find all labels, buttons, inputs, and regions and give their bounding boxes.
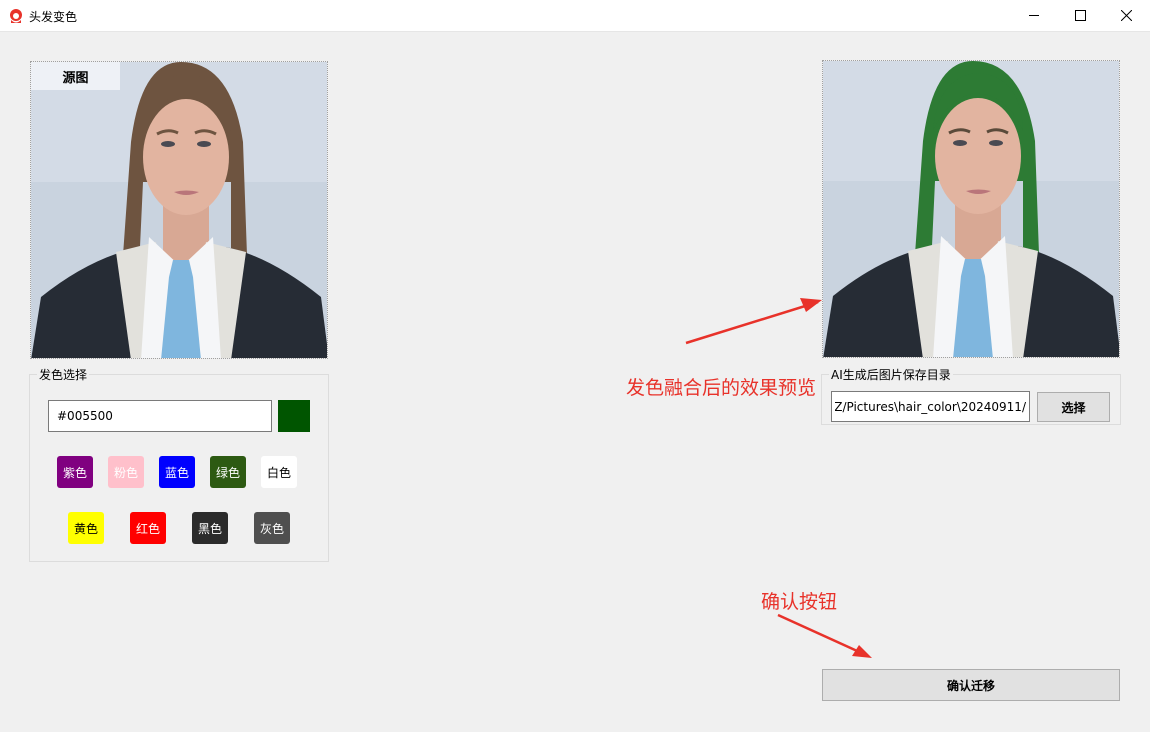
title-bar: 头发变色: [0, 0, 1150, 32]
preset-color-button[interactable]: 黄色: [68, 512, 104, 544]
preset-color-button[interactable]: 黑色: [192, 512, 228, 544]
preview-arrowhead-icon: [800, 298, 822, 312]
hair-icon: [10, 9, 22, 23]
preset-color-button[interactable]: 灰色: [254, 512, 290, 544]
save-dir-group-title: AI生成后图片保存目录: [829, 366, 953, 383]
window-title: 头发变色: [29, 10, 78, 24]
maximize-icon: [1074, 10, 1086, 21]
select-dir-button[interactable]: 选择: [1037, 392, 1110, 422]
save-path-input[interactable]: [831, 391, 1030, 422]
result-portrait-image: [823, 61, 1119, 357]
preset-color-button[interactable]: 红色: [130, 512, 166, 544]
preview-arrow-icon: [685, 300, 819, 345]
source-image-label: 源图: [31, 62, 120, 90]
maximize-button[interactable]: [1057, 0, 1103, 31]
minimize-button[interactable]: [1011, 0, 1057, 31]
preset-color-button[interactable]: 绿色: [210, 456, 246, 488]
confirm-arrow-icon: [777, 613, 867, 657]
hair-color-group-title: 发色选择: [37, 366, 90, 383]
result-image-panel[interactable]: [822, 60, 1120, 358]
minimize-icon: [1029, 15, 1039, 16]
preview-annotation: 发色融合后的效果预览: [626, 377, 817, 399]
color-swatch-button[interactable]: [278, 400, 310, 432]
confirm-annotation: 确认按钮: [761, 591, 838, 613]
close-button[interactable]: [1103, 0, 1149, 31]
hex-color-input[interactable]: [48, 400, 272, 432]
source-portrait-image: [31, 62, 327, 358]
close-icon: [1120, 10, 1132, 21]
source-image-panel[interactable]: 源图: [30, 61, 328, 359]
confirm-arrowhead-icon: [852, 645, 872, 658]
preset-color-button[interactable]: 蓝色: [159, 456, 195, 488]
preset-color-button[interactable]: 白色: [261, 456, 297, 488]
confirm-transfer-button[interactable]: 确认迁移: [822, 669, 1120, 701]
preset-color-button[interactable]: 紫色: [57, 456, 93, 488]
preset-color-button[interactable]: 粉色: [108, 456, 144, 488]
